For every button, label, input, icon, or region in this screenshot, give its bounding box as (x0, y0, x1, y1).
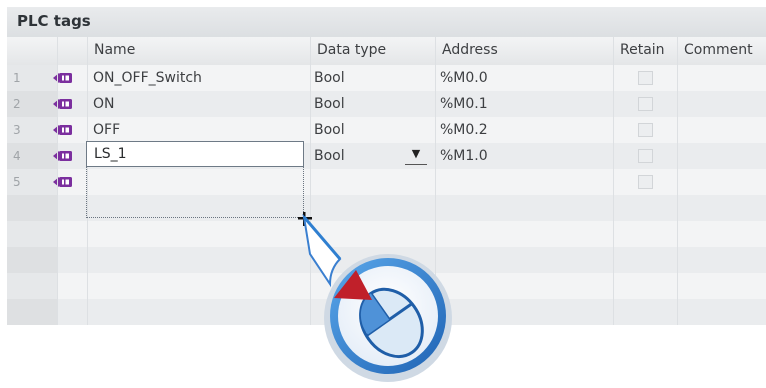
panel-title: PLC tags (17, 12, 91, 30)
grid-line (677, 273, 678, 299)
row-index-cell (7, 221, 57, 247)
grid-line (677, 117, 678, 143)
grid-line (435, 65, 436, 91)
grid-line (87, 117, 88, 143)
grid-line (57, 169, 58, 195)
header-retain[interactable]: Retain (613, 37, 683, 65)
grid-line (613, 143, 614, 169)
grid-line (677, 143, 678, 169)
header-address[interactable]: Address (435, 37, 613, 65)
tag-icon (53, 73, 72, 83)
tag-address[interactable]: %M0.1 (440, 91, 488, 117)
grid-line (677, 299, 678, 325)
retain-checkbox[interactable] (638, 71, 653, 85)
grid-line (613, 273, 614, 299)
table-row[interactable]: 1 ON_OFF_Switch Bool %M0.0 (7, 65, 766, 91)
row-index-cell (7, 273, 57, 299)
grid-line (57, 273, 58, 299)
grid-line (310, 91, 311, 117)
grid-line (435, 117, 436, 143)
row-index-cell (7, 247, 57, 273)
row-index: 5 (13, 175, 21, 189)
grid-line (87, 65, 88, 91)
grid-line (57, 195, 58, 221)
row-index: 3 (13, 123, 21, 137)
grid-line (57, 299, 58, 325)
grid-line (613, 221, 614, 247)
tag-icon (53, 177, 72, 187)
grid-line (613, 91, 614, 117)
grid-line (613, 169, 614, 195)
grid-line (613, 65, 614, 91)
tag-address[interactable]: %M1.0 (440, 143, 488, 169)
grid-line (57, 247, 58, 273)
header-comment[interactable]: Comment (677, 37, 766, 65)
grid-line (87, 91, 88, 117)
grid-line (57, 65, 58, 91)
grid-line (57, 117, 58, 143)
tag-icon (53, 99, 72, 109)
grid-line (677, 195, 678, 221)
tag-address[interactable]: %M0.2 (440, 117, 488, 143)
tag-data-type[interactable]: Bool (314, 65, 345, 91)
tag-data-type[interactable]: Bool (314, 91, 345, 117)
grid-line (435, 143, 436, 169)
header-data-type[interactable]: Data type (310, 37, 435, 65)
tag-name[interactable]: OFF (93, 117, 120, 143)
header-index (7, 37, 57, 65)
retain-checkbox[interactable] (638, 149, 653, 163)
header-icon (57, 37, 87, 65)
grid-line (435, 169, 436, 195)
row-index-cell (7, 195, 57, 221)
panel-title-bar: PLC tags (7, 7, 766, 37)
tag-data-type[interactable]: Bool (314, 117, 345, 143)
tag-address[interactable]: %M0.0 (440, 65, 488, 91)
tag-name[interactable]: ON_OFF_Switch (93, 65, 202, 91)
grid-line (613, 247, 614, 273)
row-index: 4 (13, 149, 21, 163)
grid-line (613, 299, 614, 325)
row-index: 1 (13, 71, 21, 85)
grid-line (613, 195, 614, 221)
name-edit-field[interactable]: LS_1 (86, 141, 304, 167)
grid-line (677, 65, 678, 91)
tag-data-type[interactable]: Bool (314, 143, 345, 169)
grid-line (87, 273, 88, 299)
grid-line (677, 91, 678, 117)
grid-line (613, 117, 614, 143)
dropdown-arrow-icon[interactable]: ▼ (405, 144, 427, 165)
tag-icon (53, 151, 72, 161)
tag-icon (53, 125, 72, 135)
grid-line (310, 143, 311, 169)
row-index: 2 (13, 97, 21, 111)
grid-line (57, 143, 58, 169)
retain-checkbox[interactable] (638, 175, 653, 189)
table-row[interactable]: 2 ON Bool %M0.1 (7, 91, 766, 117)
grid-line (87, 247, 88, 273)
grid-line (677, 221, 678, 247)
grid-line (57, 91, 58, 117)
grid-line (310, 117, 311, 143)
grid-line (57, 221, 58, 247)
mouse-drag-icon (302, 214, 452, 382)
table-header: Name Data type Address Retain Comment (7, 37, 766, 66)
retain-checkbox[interactable] (638, 97, 653, 111)
table-row[interactable]: 3 OFF Bool %M0.2 (7, 117, 766, 143)
header-name[interactable]: Name (87, 37, 310, 65)
tag-name[interactable]: ON (93, 91, 115, 117)
grid-line (677, 169, 678, 195)
row-index-cell (7, 299, 57, 325)
grid-line (310, 65, 311, 91)
grid-line (310, 169, 311, 195)
retain-checkbox[interactable] (638, 123, 653, 137)
grid-line (87, 299, 88, 325)
grid-line (677, 247, 678, 273)
grid-line (87, 221, 88, 247)
grid-line (435, 91, 436, 117)
